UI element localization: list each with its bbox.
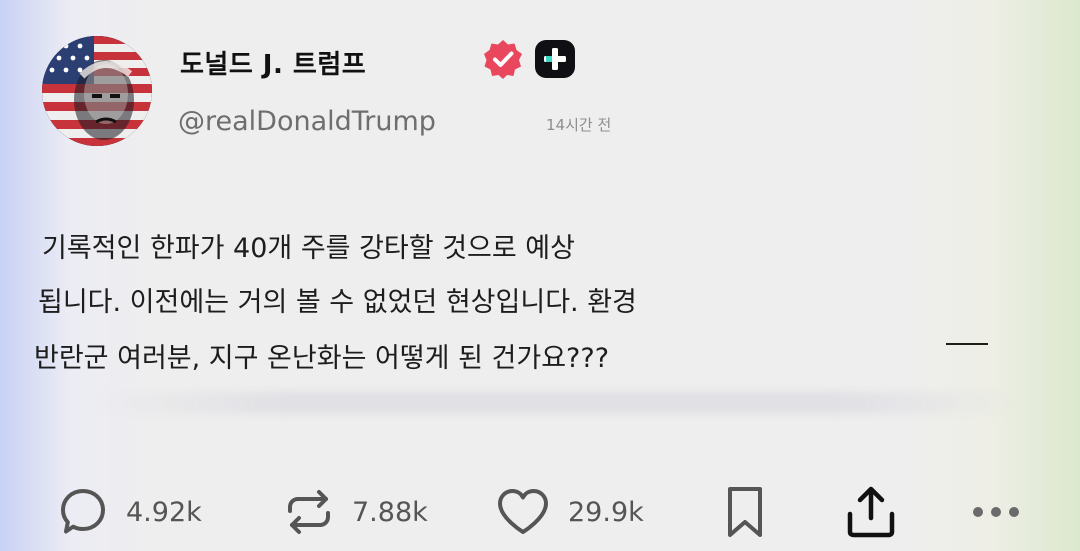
like-count: 29.9k [568,496,644,528]
display-name[interactable]: 도널드 J. 트럼프 [180,44,366,81]
more-options-button[interactable] [968,484,1024,540]
dash-mark [946,343,988,345]
repost-button[interactable]: 7.88k [284,484,428,540]
like-button[interactable]: 29.9k [496,484,644,540]
speech-bubble-icon [61,489,105,534]
bookmark-icon [728,487,762,537]
post-card: 도널드 J. 트럼프 @realDonaldTrump 14시간 전 기록적인 … [0,0,1080,551]
post-timestamp: 14시간 전 [546,116,612,134]
verified-check-badge-icon [482,38,524,80]
more-dots-icon [973,507,1019,517]
share-upload-icon [847,486,895,538]
user-handle[interactable]: @realDonaldTrump [178,106,436,137]
heart-icon [498,489,548,534]
reply-count: 4.92k [126,496,202,528]
reply-button[interactable]: 4.92k [58,484,202,540]
repost-arrows-icon [288,490,330,534]
bookmark-button[interactable] [722,484,768,540]
post-text-line-3: 반란군 여러분, 지구 온난화는 어떻게 된 건가요??? [34,343,610,374]
share-button[interactable] [843,484,899,540]
plus-app-badge-icon [535,40,575,78]
post-text-line-1: 기록적인 한파가 40개 주를 강타할 것으로 예상 [42,233,575,264]
faded-background-text [100,392,1020,414]
flag-portrait-image [42,36,152,146]
post-text-line-2: 됩니다. 이전에는 거의 볼 수 없었던 현상입니다. 환경 [38,287,637,318]
avatar[interactable] [42,36,152,146]
repost-count: 7.88k [352,496,428,528]
